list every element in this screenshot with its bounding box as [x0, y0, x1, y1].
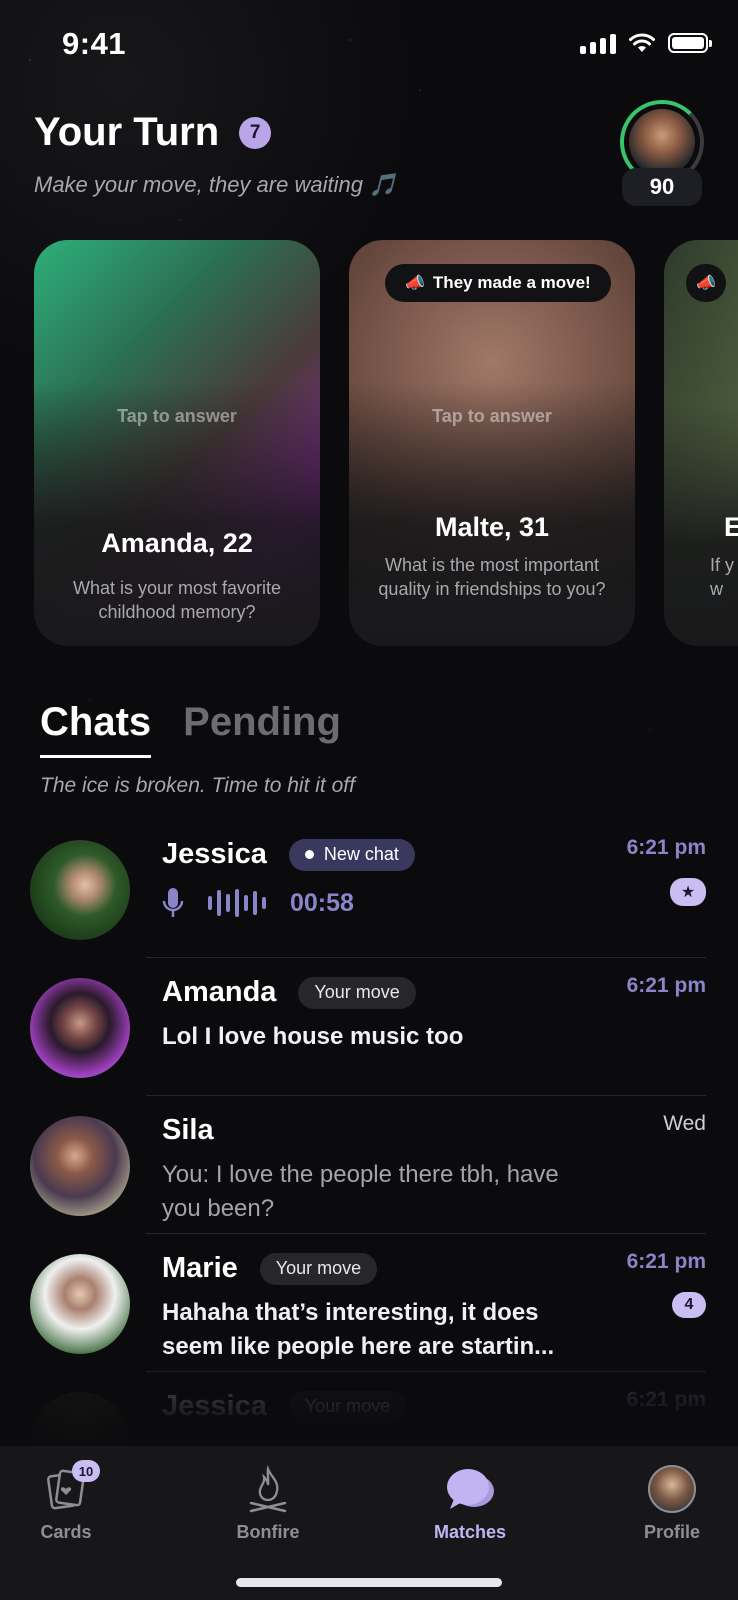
- microphone-icon: [162, 888, 184, 917]
- chat-bubbles-icon: [447, 1469, 494, 1509]
- home-indicator[interactable]: [236, 1578, 502, 1587]
- they-made-a-move-badge: 📣: [686, 264, 726, 302]
- voice-duration: 00:58: [290, 888, 354, 917]
- prompt-card[interactable]: Tap to answer Amanda, 22 What is your mo…: [34, 240, 320, 646]
- tab-label: Cards: [40, 1522, 92, 1542]
- star-icon: ★: [670, 878, 706, 906]
- prompt-card[interactable]: 📣 E If y hav w: [664, 240, 738, 646]
- page-subtitle: Make your move, they are waiting 🎵: [34, 172, 397, 197]
- page-title: Your Turn 7: [34, 110, 272, 155]
- score-widget[interactable]: 90: [620, 100, 704, 206]
- matches-icon-wrap: [410, 1462, 530, 1516]
- chat-time: Wed: [663, 1112, 706, 1135]
- chat-row[interactable]: Marie Your move 6:21 pm 4 Hahaha that’s …: [0, 1234, 738, 1372]
- chat-row[interactable]: Sila Wed You: I love the people there tb…: [0, 1096, 738, 1234]
- avatar: [30, 1116, 130, 1216]
- tab-label: Bonfire: [236, 1522, 300, 1542]
- dot-icon: [304, 850, 314, 859]
- your-move-badge: Your move: [298, 976, 416, 1009]
- avatar: [30, 840, 130, 940]
- avatar: [30, 1254, 130, 1354]
- chat-header: Marie Your move: [162, 1252, 378, 1285]
- chat-name: Jessica: [162, 838, 267, 870]
- cards-count-badge: 10: [72, 1460, 100, 1482]
- card-question: If y hav w: [710, 555, 738, 599]
- chat-name: Jessica: [162, 1390, 267, 1422]
- your-move-badge: Your move: [288, 1390, 407, 1423]
- chat-header: Jessica New chat: [162, 838, 415, 871]
- tab-profile[interactable]: Profile: [612, 1462, 732, 1543]
- status-icons: [580, 32, 712, 54]
- chat-header: Sila: [162, 1114, 214, 1147]
- chat-name: Marie: [162, 1252, 238, 1284]
- they-made-a-move-badge: 📣 They made a move!: [385, 264, 611, 302]
- chat-last-message: Lol I love house music too: [162, 1023, 464, 1050]
- tab-matches[interactable]: Matches: [410, 1462, 530, 1543]
- status-bar: 9:41: [0, 0, 738, 88]
- chat-header: Jessica Your move: [162, 1390, 407, 1423]
- card-question: What is the most important quality in fr…: [378, 555, 606, 599]
- profile-avatar-icon: [648, 1465, 696, 1513]
- avatar: [30, 978, 130, 1078]
- chat-name: Sila: [162, 1114, 214, 1146]
- chat-last-message: Hahaha that’s interesting, it does seem …: [162, 1299, 555, 1360]
- voice-message-preview: 00:58: [162, 886, 354, 920]
- chat-time: 6:21 pm: [626, 836, 706, 859]
- new-chat-badge: New chat: [288, 838, 415, 871]
- your-move-badge: Your move: [259, 1252, 378, 1285]
- your-turn-carousel[interactable]: Tap to answer Amanda, 22 What is your mo…: [0, 240, 738, 650]
- wifi-icon: [629, 33, 655, 52]
- cards-icon-wrap: 10: [6, 1460, 126, 1516]
- megaphone-icon: 📣: [405, 275, 425, 292]
- chat-last-message: You: I love the people there tbh, have y…: [162, 1161, 559, 1222]
- card-name: Amanda, 22: [101, 528, 253, 558]
- prompt-card[interactable]: 📣 They made a move! Tap to answer Malte,…: [349, 240, 635, 646]
- badge-label: They made a move!: [432, 273, 591, 292]
- megaphone-icon: 📣: [696, 275, 716, 292]
- chat-header: Amanda Your move: [162, 976, 416, 1009]
- matches-screen: 9:41 Your Turn 7 Make your move, they ar…: [0, 0, 738, 1600]
- chat-row[interactable]: Jessica New chat 6:21 pm ★ 00:58: [0, 820, 738, 958]
- card-name: Malte, 31: [434, 512, 550, 542]
- tap-to-answer-hint: Tap to answer: [432, 406, 552, 426]
- tab-label: Profile: [643, 1522, 700, 1542]
- bonfire-icon: [249, 1465, 287, 1513]
- chat-time: 6:21 pm: [626, 1388, 706, 1411]
- tab-bonfire[interactable]: Bonfire: [208, 1462, 328, 1543]
- user-avatar: [629, 109, 695, 175]
- score-value: 90: [622, 168, 702, 206]
- status-time: 9:41: [62, 26, 127, 61]
- bottom-tab-bar: 10 Cards Bonfire Matches Profile: [0, 1446, 738, 1600]
- turn-count-badge: 7: [239, 116, 272, 149]
- chat-tabs: Chats Pending: [40, 700, 341, 758]
- chat-row[interactable]: Amanda Your move 6:21 pm Lol I love hous…: [0, 958, 738, 1096]
- battery-icon: [668, 33, 712, 53]
- signal-icon: [580, 32, 616, 54]
- status-label: New chat: [323, 844, 399, 864]
- card-name: E: [724, 512, 738, 542]
- tab-label: Matches: [433, 1522, 507, 1542]
- card-question: What is your most favorite childhood mem…: [72, 578, 282, 622]
- profile-icon-wrap: [612, 1462, 732, 1516]
- unread-count-badge: 4: [672, 1292, 706, 1318]
- chats-subtitle: The ice is broken. Time to hit it off: [40, 774, 355, 797]
- page-title-text: Your Turn: [34, 110, 220, 154]
- chat-time: 6:21 pm: [626, 1250, 706, 1273]
- bonfire-icon-wrap: [208, 1462, 328, 1516]
- tab-pending[interactable]: Pending: [183, 700, 341, 758]
- waveform-icon: [208, 888, 266, 918]
- chat-name: Amanda: [162, 976, 277, 1008]
- tap-to-answer-hint: Tap to answer: [117, 406, 237, 426]
- tab-cards[interactable]: 10 Cards: [6, 1460, 126, 1543]
- tab-chats[interactable]: Chats: [40, 700, 152, 758]
- chat-time: 6:21 pm: [626, 974, 706, 997]
